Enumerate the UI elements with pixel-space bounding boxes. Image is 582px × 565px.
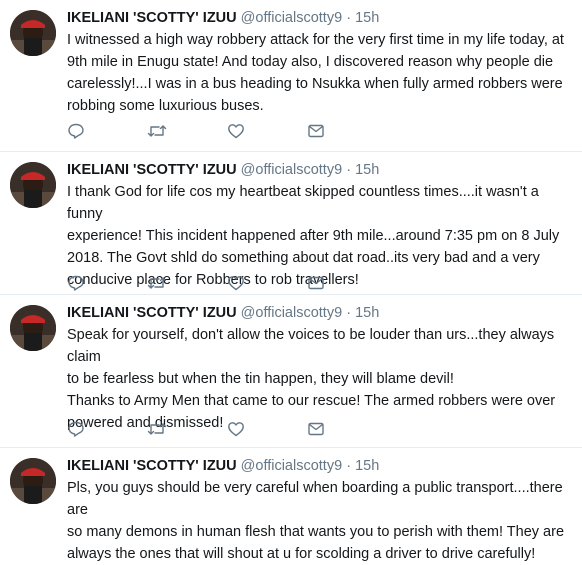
tweet[interactable]: IKELIANI 'SCOTTY' IZUU @officialscotty9 … [0, 295, 582, 448]
author-handle[interactable]: @officialscotty9 [241, 458, 343, 474]
tweet-text: Pls, you guys should be very careful whe… [67, 480, 565, 562]
avatar[interactable] [10, 305, 56, 351]
timestamp[interactable]: 15h [355, 458, 379, 474]
message-button[interactable] [307, 273, 387, 293]
reply-icon [68, 275, 84, 291]
tweet[interactable]: IKELIANI 'SCOTTY' IZUU @officialscotty9 … [0, 448, 582, 562]
tweet-header: IKELIANI 'SCOTTY' IZUU @officialscotty9 … [67, 161, 379, 179]
tweet[interactable]: IKELIANI 'SCOTTY' IZUU @officialscotty9 … [0, 0, 582, 152]
tweet-header: IKELIANI 'SCOTTY' IZUU @officialscotty9 … [67, 9, 379, 27]
message-icon [308, 422, 324, 436]
retweet-icon [147, 277, 167, 289]
message-button[interactable] [307, 419, 387, 439]
like-button[interactable] [227, 121, 307, 141]
avatar[interactable] [10, 458, 56, 504]
timestamp[interactable]: 15h [355, 10, 379, 26]
avatar[interactable] [10, 162, 56, 208]
reply-button[interactable] [67, 273, 147, 293]
timestamp[interactable]: 15h [355, 162, 379, 178]
like-button[interactable] [227, 273, 307, 293]
tweet-header: IKELIANI 'SCOTTY' IZUU @officialscotty9 … [67, 457, 379, 475]
tweet-header: IKELIANI 'SCOTTY' IZUU @officialscotty9 … [67, 304, 379, 322]
like-icon [228, 276, 244, 291]
author-name[interactable]: IKELIANI 'SCOTTY' IZUU [67, 162, 237, 178]
separator-dot: · [346, 10, 352, 26]
retweet-button[interactable] [147, 273, 227, 293]
message-icon [308, 276, 324, 290]
author-handle[interactable]: @officialscotty9 [241, 162, 343, 178]
message-button[interactable] [307, 121, 387, 141]
like-button[interactable] [227, 419, 307, 439]
author-name[interactable]: IKELIANI 'SCOTTY' IZUU [67, 458, 237, 474]
reply-icon [68, 123, 84, 139]
tweet-text: I witnessed a high way robbery attack fo… [67, 32, 564, 114]
retweet-icon [147, 423, 167, 435]
tweet[interactable]: IKELIANI 'SCOTTY' IZUU @officialscotty9 … [0, 152, 582, 295]
like-icon [228, 124, 244, 139]
separator-dot: · [346, 305, 352, 321]
tweet-actions [67, 419, 387, 439]
separator-dot: · [346, 162, 352, 178]
separator-dot: · [346, 458, 352, 474]
like-icon [228, 422, 244, 437]
tweet-actions [67, 121, 387, 141]
reply-button[interactable] [67, 419, 147, 439]
tweet-actions [67, 273, 387, 293]
author-handle[interactable]: @officialscotty9 [241, 305, 343, 321]
author-name[interactable]: IKELIANI 'SCOTTY' IZUU [67, 10, 237, 26]
avatar[interactable] [10, 10, 56, 56]
author-name[interactable]: IKELIANI 'SCOTTY' IZUU [67, 305, 237, 321]
timestamp[interactable]: 15h [355, 305, 379, 321]
retweet-button[interactable] [147, 121, 227, 141]
retweet-button[interactable] [147, 419, 227, 439]
reply-icon [68, 421, 84, 437]
reply-button[interactable] [67, 121, 147, 141]
message-icon [308, 124, 324, 138]
author-handle[interactable]: @officialscotty9 [241, 10, 343, 26]
retweet-icon [147, 125, 167, 137]
tweet-text: Speak for yourself, don't allow the voic… [67, 327, 556, 431]
